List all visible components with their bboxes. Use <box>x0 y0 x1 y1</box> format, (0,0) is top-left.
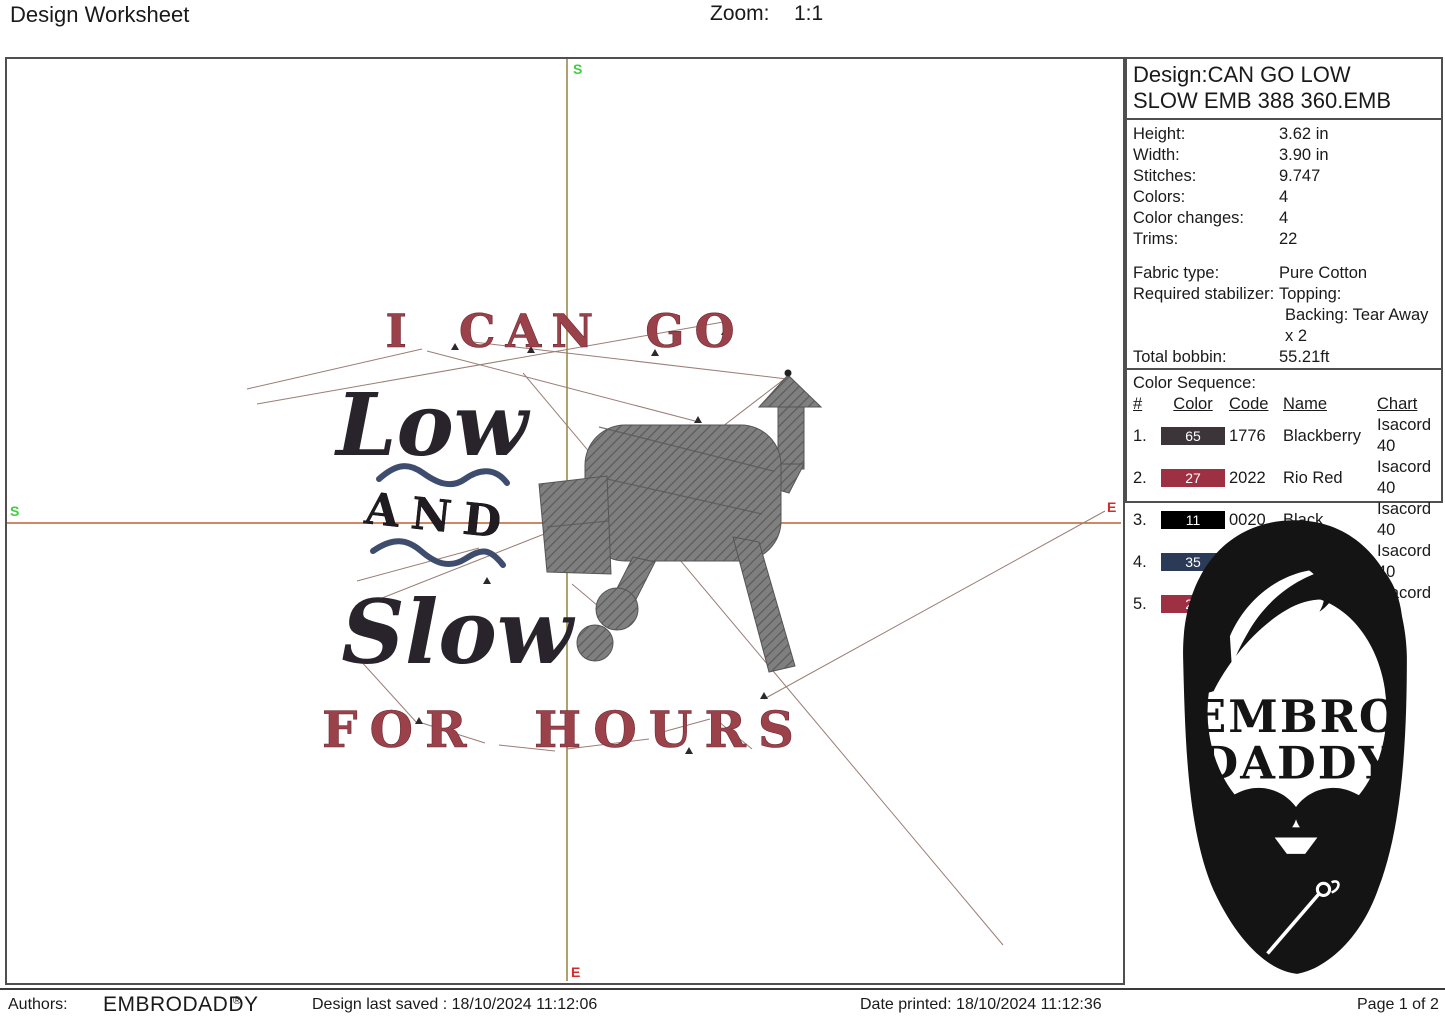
logo-word-embro: EMBRO <box>1192 690 1400 743</box>
info-field-stabilizer: Required stabilizer: Topping: <box>1133 284 1435 305</box>
end-marker-right: E <box>1107 499 1116 515</box>
word-low: Low <box>333 375 531 476</box>
info-field-fabric-type: Fabric type: Pure Cotton <box>1133 263 1435 284</box>
info-field-backing: Backing: Tear Away x 2 <box>1133 305 1435 347</box>
page-title: Design Worksheet <box>10 1 189 28</box>
design-stats: Height: 3.62 in Width: 3.90 in Stitches:… <box>1127 120 1441 368</box>
authors-label: Authors: <box>8 996 68 1014</box>
brand-logo: EMBRO DADDY <box>1150 506 1440 984</box>
info-field-total-bobbin: Total bobbin: 55.21ft <box>1133 347 1435 368</box>
date-printed: Date printed: 18/10/2024 11:12:36 <box>860 996 1102 1014</box>
footer-divider <box>0 988 1445 990</box>
design-title-line1: Design:CAN GO LOW <box>1133 62 1435 88</box>
embroidery-preview: S S E E <box>7 59 1121 981</box>
zoom-label: Zoom: <box>710 2 770 26</box>
design-info-panel: Design:CAN GO LOW SLOW EMB 388 360.EMB H… <box>1125 57 1443 503</box>
info-field-colors: Colors: 4 <box>1133 187 1435 208</box>
page-indicator: Page 1 of 2 <box>1357 996 1439 1014</box>
thread-color-swatch: 27 <box>1161 469 1225 487</box>
design-title: Design:CAN GO LOW SLOW EMB 388 360.EMB <box>1127 59 1441 120</box>
info-field-height: Height: 3.62 in <box>1133 124 1435 145</box>
color-sequence-row-1: 1. 65 1776 Blackberry Isacord 40 <box>1133 415 1435 457</box>
info-field-color-changes: Color changes: 4 <box>1133 208 1435 229</box>
info-field-stitches: Stitches: 9.747 <box>1133 166 1435 187</box>
grill-graphic <box>539 370 821 673</box>
thread-color-swatch: 65 <box>1161 427 1225 445</box>
word-for-hours: FOR HOURS <box>322 700 806 759</box>
design-canvas: S S E E <box>5 57 1125 985</box>
word-i-can-go: I CAN GO <box>385 304 744 358</box>
end-marker-bottom: E <box>571 964 580 980</box>
beard-man-icon: EMBRO DADDY <box>1150 506 1440 984</box>
zoom-value: 1:1 <box>794 2 823 26</box>
color-sequence-row-2: 2. 27 2022 Rio Red Isacord 40 <box>1133 457 1435 499</box>
start-marker-left: S <box>10 503 19 519</box>
design-title-line2: SLOW EMB 388 360.EMB <box>1133 88 1435 114</box>
start-marker-top: S <box>573 61 582 77</box>
word-slow: Slow <box>341 580 576 684</box>
info-field-width: Width: 3.90 in <box>1133 145 1435 166</box>
color-sequence-header-row: # Color Code Name Chart <box>1133 394 1435 415</box>
word-and: AND <box>362 483 516 549</box>
design-last-saved: Design last saved : 18/10/2024 11:12:06 <box>312 996 597 1014</box>
logo-word-daddy: DADDY <box>1199 737 1392 790</box>
color-sequence-heading: Color Sequence: <box>1133 372 1435 394</box>
info-field-trims: Trims: 22 <box>1133 229 1435 250</box>
registered-mark: ® <box>233 995 241 1007</box>
